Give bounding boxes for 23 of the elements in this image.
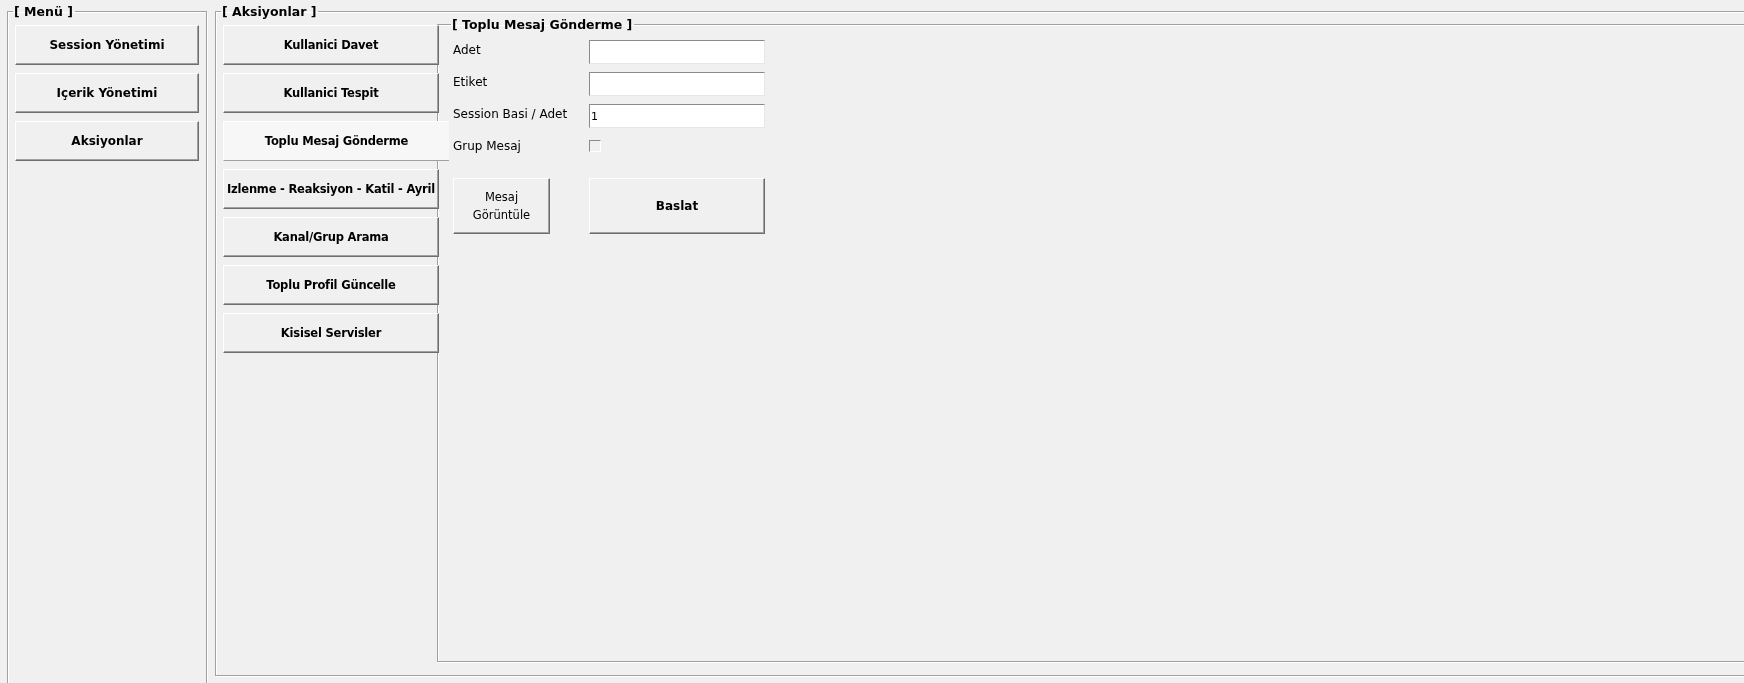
input-field[interactable] [589,72,765,96]
menu-button[interactable]: Içerik Yönetimi [15,73,199,113]
action-tab[interactable]: Toplu Mesaj Gönderme [223,121,449,161]
start-button[interactable]: Baslat [589,178,765,234]
group-title: [ Menü ] [13,4,74,19]
action-tab[interactable]: Toplu Profil Güncelle [223,265,439,305]
menu-button[interactable]: Session Yönetimi [15,25,199,65]
action-tab[interactable]: Kisisel Servisler [223,313,439,353]
action-tab[interactable]: Kullanici Davet [223,25,439,65]
input-field[interactable]: 1 [589,104,765,128]
action-tab[interactable]: Kullanici Tespit [223,73,439,113]
field-label: Grup Mesaj [453,138,522,154]
menu-button[interactable]: Aksiyonlar [15,121,199,161]
action-tab[interactable]: Izlenme - Reaksiyon - Katil - Ayril [223,169,439,209]
field-label: Adet [453,42,482,58]
field-label: Session Basi / Adet [453,106,569,122]
action-tab[interactable]: Kanal/Grup Arama [223,217,439,257]
group-title: [ Toplu Mesaj Gönderme ] [451,17,634,32]
group-title: [ Aksiyonlar ] [221,4,318,19]
field-label: Etiket [453,74,489,90]
input-field[interactable] [589,40,765,64]
checkbox[interactable] [589,140,601,152]
view-message-button[interactable]: Mesaj Görüntüle [453,178,550,234]
